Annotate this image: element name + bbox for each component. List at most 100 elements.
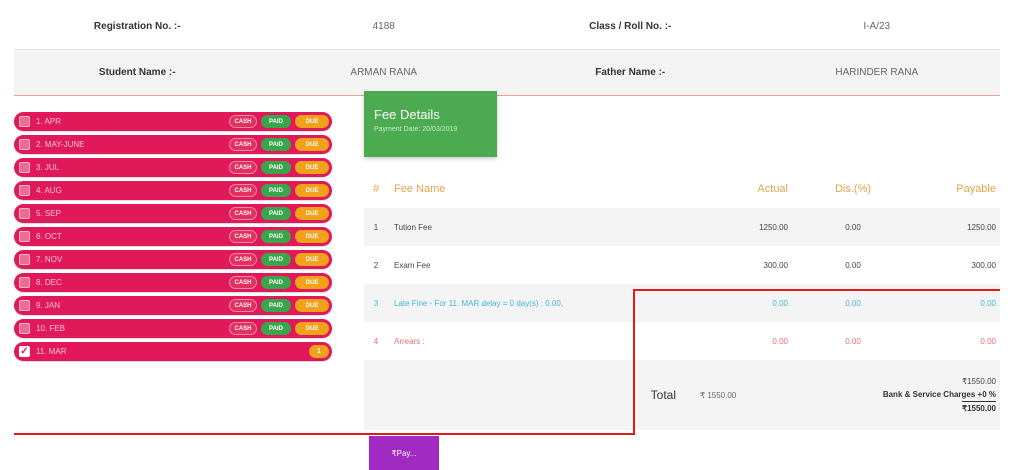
row-actual: 1250.00 [759, 222, 788, 232]
student-name-value: ARMAN RANA [350, 67, 418, 78]
row-dis: 0.00 [845, 298, 861, 308]
month-item[interactable]: 8. DEC CASH PAID DUE [14, 273, 332, 292]
row-no: 2 [373, 260, 379, 270]
row-actual: 300.00 [763, 260, 788, 270]
due-tag: DUE [295, 161, 329, 174]
cash-tag: CASH [229, 184, 257, 197]
table-row: 1 Tution Fee 1250.00 0.00 1250.00 [364, 208, 1000, 246]
month-checkbox[interactable] [19, 300, 30, 311]
table-row-arrears: 4 Arrears : 0.00 0.00 0.00 [364, 322, 1000, 360]
cash-tag: CASH [229, 322, 257, 335]
month-checkbox[interactable] [19, 254, 30, 265]
total-summary: ₹1550.00 Bank & Service Charges +0 % ₹15… [788, 375, 1000, 415]
month-item-selected[interactable]: ✓ 11. MAR 1 [14, 342, 332, 361]
month-checkbox[interactable] [19, 231, 30, 242]
father-name-value: HARINDER RANA [835, 67, 919, 78]
cash-tag: CASH [229, 138, 257, 151]
month-item[interactable]: 1. APR CASH PAID DUE [14, 112, 332, 131]
fee-table-header: # Fee Name Actual Dis.(%) Payable [364, 170, 1000, 208]
month-checkbox[interactable] [19, 185, 30, 196]
class-label: Class / Roll No. :- [589, 21, 672, 32]
col-dis-header: Dis.(%) [834, 183, 872, 195]
month-label: 6. OCT [36, 232, 62, 241]
row-no: 1 [373, 222, 379, 232]
month-label: 11. MAR [36, 347, 67, 356]
month-label: 9. JAN [36, 301, 61, 310]
month-label: 10. FEB [36, 324, 65, 333]
due-tag: DUE [295, 299, 329, 312]
paid-tag: PAID [261, 161, 291, 174]
col-name-header: Fee Name [394, 183, 446, 195]
row-actual: 0.00 [772, 298, 788, 308]
month-item[interactable]: 4. AUG CASH PAID DUE [14, 181, 332, 200]
student-name-label: Student Name :- [98, 67, 176, 78]
father-name-label: Father Name :- [595, 67, 666, 78]
month-checkbox[interactable] [19, 139, 30, 150]
month-label: 8. DEC [36, 278, 62, 287]
due-tag: DUE [295, 322, 329, 335]
bank-service-charges: Bank & Service Charges +0 % [882, 390, 996, 399]
month-item[interactable]: 5. SEP CASH PAID DUE [14, 204, 332, 223]
month-item[interactable]: 2. MAY-JUNE CASH PAID DUE [14, 135, 332, 154]
due-tag: DUE [295, 138, 329, 151]
total-row: Total ₹ 1550.00 ₹1550.00 Bank & Service … [364, 360, 1000, 430]
row-fee-name: Arrears : [394, 336, 425, 346]
cash-tag: CASH [229, 230, 257, 243]
payment-date: Payment Date: 20/03/2019 [374, 126, 458, 133]
row-dis: 0.00 [845, 222, 861, 232]
table-row: 2 Exam Fee 300.00 0.00 300.00 [364, 246, 1000, 284]
cash-tag: CASH [229, 161, 257, 174]
month-checkbox[interactable] [19, 208, 30, 219]
due-tag: DUE [295, 230, 329, 243]
month-item[interactable]: 9. JAN CASH PAID DUE [14, 296, 332, 315]
fee-details-header: Fee Details Payment Date: 20/03/2019 [364, 91, 497, 157]
paid-tag: PAID [261, 207, 291, 220]
col-payable-header: Payable [956, 183, 996, 195]
month-checkbox-checked[interactable]: ✓ [19, 346, 30, 357]
total-payable: ₹1550.00 [961, 377, 996, 386]
paid-tag: PAID [261, 230, 291, 243]
col-no-header: # [372, 183, 380, 195]
info-row-name: Student Name :- ARMAN RANA Father Name :… [14, 50, 1000, 96]
month-item[interactable]: 3. JUL CASH PAID DUE [14, 158, 332, 177]
cash-tag: CASH [229, 253, 257, 266]
row-fee-name: Exam Fee [394, 260, 431, 270]
paid-tag: PAID [261, 253, 291, 266]
row-dis: 0.00 [845, 260, 861, 270]
row-payable: 0.00 [980, 336, 996, 346]
cash-tag: CASH [229, 276, 257, 289]
info-row-registration: Registration No. :- 4188 Class / Roll No… [14, 4, 1000, 50]
col-actual-header: Actual [757, 183, 788, 195]
month-item[interactable]: 7. NOV CASH PAID DUE [14, 250, 332, 269]
month-checkbox[interactable] [19, 116, 30, 127]
count-badge: 1 [309, 345, 329, 358]
fee-details-title: Fee Details [374, 107, 440, 122]
month-checkbox[interactable] [19, 162, 30, 173]
row-fee-name: Tution Fee [394, 222, 432, 232]
row-fee-name: Late Fine - For 11. MAR delay = 0 day(s)… [394, 298, 564, 308]
month-item[interactable]: 10. FEB CASH PAID DUE [14, 319, 332, 338]
total-actual: ₹ 1550.00 [700, 390, 737, 400]
month-checkbox[interactable] [19, 277, 30, 288]
class-value: I-A/23 [863, 21, 891, 32]
row-payable: 300.00 [971, 260, 996, 270]
due-tag: DUE [295, 207, 329, 220]
paid-tag: PAID [261, 184, 291, 197]
month-item[interactable]: 6. OCT CASH PAID DUE [14, 227, 332, 246]
month-label: 5. SEP [36, 209, 61, 218]
month-checkbox[interactable] [19, 323, 30, 334]
row-payable: 0.00 [980, 298, 996, 308]
total-label: Total [650, 388, 676, 402]
row-actual: 0.00 [772, 336, 788, 346]
row-payable: 1250.00 [967, 222, 996, 232]
month-label: 4. AUG [36, 186, 62, 195]
month-list: 1. APR CASH PAID DUE 2. MAY-JUNE CASH PA… [14, 112, 332, 365]
due-tag: DUE [295, 253, 329, 266]
row-no: 4 [373, 336, 379, 346]
row-no: 3 [373, 298, 379, 308]
pay-button[interactable]: ₹Pay... [369, 436, 439, 470]
registration-value: 4188 [372, 21, 395, 32]
paid-tag: PAID [261, 115, 291, 128]
grand-total: ₹1550.00 [961, 401, 996, 415]
paid-tag: PAID [261, 138, 291, 151]
